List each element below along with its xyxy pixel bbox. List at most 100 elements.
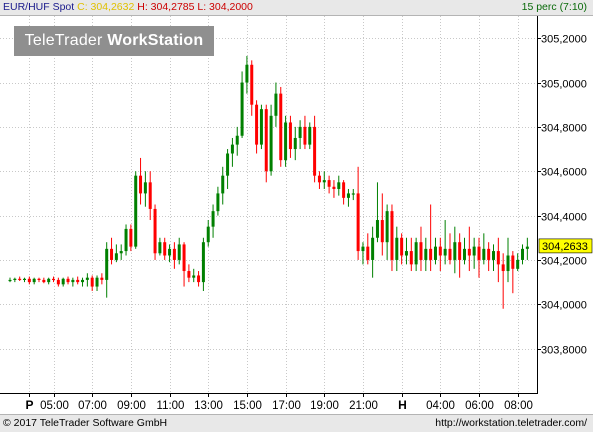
logo-suffix: WorkStation [107,32,204,49]
candle-body [380,220,384,243]
candle-body [230,144,234,154]
candle-body [395,237,399,260]
candle-body [332,186,336,189]
candles [8,55,529,309]
candle-body [148,182,152,209]
x-tick-label: 05:00 [40,400,69,412]
candle-body [516,259,520,269]
candle-body [438,246,442,256]
candle-body [404,251,408,256]
candle-body [13,278,17,280]
candle-body [419,242,423,260]
candle-body [356,193,360,252]
candle-body [85,277,89,280]
candle-body [18,278,22,280]
candle-body [23,278,27,280]
x-tick-label: 13:00 [194,400,223,412]
candle-body [81,279,85,283]
logo-prefix: TeleTrader [24,32,103,49]
x-tick-label: 09:00 [117,400,146,412]
x-tick-label: 21:00 [349,400,378,412]
candle-body [172,248,176,260]
x-tick-label: P [25,398,33,412]
candle-body [429,248,433,260]
x-tick-label: 19:00 [310,400,339,412]
candle-body [284,122,288,161]
candle-body [56,279,60,285]
candle-body [105,248,109,280]
candle-body [47,278,51,283]
candle-body [443,248,447,256]
last-value-label: 304,2633 [542,241,588,253]
candle-body [52,278,56,280]
candle-body [288,122,292,150]
candle-body [66,278,70,283]
candle-body [274,93,278,116]
candle-body [114,253,118,260]
y-tick-label: 304,8000 [541,123,587,135]
y-tick-label: 305,2000 [541,34,587,46]
x-tick-label: 11:00 [157,400,185,412]
y-tick-label: 304,4000 [541,212,587,224]
candle-body [492,251,495,260]
candle-body [192,275,196,278]
footer-url-link[interactable]: http://workstation.teletrader.com/ [435,415,587,431]
candle-body [158,242,162,254]
candle-body [61,278,65,285]
y-tick-label: 305,0000 [541,79,587,91]
candle-body [71,279,75,283]
x-axis: P 05:00 07:00 09:00 11:00 13:00 15:00 17:00 19:0… [25,393,533,412]
candle-body [453,242,457,260]
candle-body [134,175,138,247]
chart-window: EUR/HUF Spot C: 304,2632 H: 304,2785 L: … [0,0,593,432]
y-tick-label: 303,8000 [541,345,587,357]
y-tick-label: 304,0000 [541,300,587,312]
candle-body [472,246,476,256]
candle-body [197,275,201,283]
candle-body [235,135,239,145]
y-tick-label: 304,2000 [541,256,587,268]
candle-body [95,277,99,287]
candle-body [511,255,515,269]
candle-body [501,264,505,272]
candle-body [293,137,297,150]
candle-body [177,244,181,260]
candle-body [448,248,452,260]
candle-body [458,242,462,260]
candle-body [100,277,104,280]
candle-body [206,226,210,243]
candle-body [139,175,143,194]
candle-body [245,64,249,83]
candle-body [269,115,273,172]
candle-body [467,248,471,256]
x-tick-label: 07:00 [78,400,107,412]
candle-body [221,175,225,194]
chart-svg: 303,8000 304,0000 304,2000 304,4000 304,6000… [0,16,593,412]
candle-body [226,153,230,176]
x-tick-label: 06:00 [465,400,494,412]
candle-body [327,180,331,187]
candle-body [211,211,215,227]
candle-body [313,126,317,176]
candle-body [163,242,167,256]
candle-body [496,251,500,265]
candle-body [298,126,302,138]
last-value-marker-group: 304,2633 [538,238,593,254]
candle-body [366,246,370,260]
candle-body [525,246,529,249]
candle-body [119,251,123,254]
x-tick-label: 04:00 [426,400,455,412]
candle-body [371,237,375,260]
copyright-text: © 2017 TeleTrader Software GmbH [3,417,168,429]
candle-body [8,279,12,282]
x-tick-label: 17:00 [272,400,301,412]
candle-body [487,248,491,260]
candle-body [201,242,205,283]
candle-body [322,180,326,183]
candle-body [462,248,466,260]
candle-body [182,244,186,272]
candle-body [351,193,355,195]
y-axis: 303,8000 304,0000 304,2000 304,4000 304,6000… [537,34,587,357]
candle-body [482,248,486,260]
candle-body [400,237,404,256]
